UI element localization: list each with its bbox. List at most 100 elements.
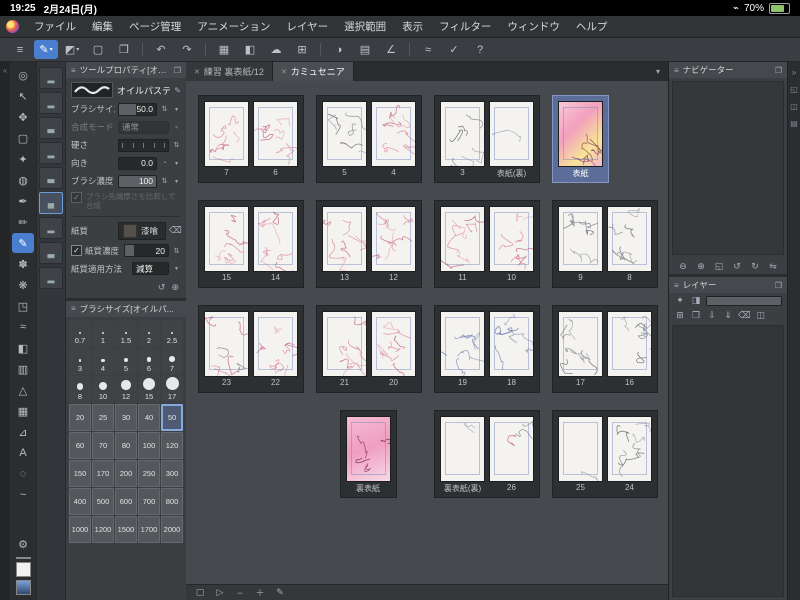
brush-size-cell[interactable]: 2000 — [161, 515, 183, 543]
effect-icon[interactable]: ✦ — [674, 295, 686, 306]
operation-tool-icon[interactable]: ↖ — [12, 86, 34, 106]
auto-select-tool-icon[interactable]: ✦ — [12, 149, 34, 169]
menu-item[interactable]: ウィンドウ — [499, 17, 568, 36]
new-folder-icon[interactable]: ❐ — [690, 310, 702, 321]
brush-size-cell[interactable]: 1500 — [115, 515, 137, 543]
spread-card[interactable]: 25 24 — [552, 410, 658, 498]
brush-size-cell[interactable]: 1700 — [138, 515, 160, 543]
direction-dial-icon[interactable]: ◔ — [160, 160, 169, 167]
page-thumbnail[interactable] — [441, 102, 484, 166]
figure-tool-icon[interactable]: △ — [12, 380, 34, 400]
register-settings-icon[interactable]: ⊕ — [171, 282, 179, 293]
panel-menu-icon[interactable]: ≡ — [71, 66, 76, 75]
page-thumbnail[interactable] — [346, 417, 390, 481]
sub-color-swatch[interactable] — [15, 562, 31, 577]
stepper-icon[interactable]: ⇅ — [172, 141, 181, 149]
pencil-tool-icon[interactable]: ✏ — [12, 212, 34, 232]
gradient-tool-icon[interactable]: ▥ — [12, 359, 34, 379]
cloud-icon[interactable]: ☁ — [264, 40, 288, 59]
texture-density-slider[interactable]: 20 — [124, 244, 169, 258]
page-thumbnail[interactable] — [323, 102, 366, 166]
document-tab[interactable]: ✕ カミュセニア — [272, 62, 354, 81]
correction-icon[interactable]: ✓ — [442, 40, 466, 59]
layer-panel-icon[interactable]: ◫ — [788, 102, 800, 111]
brush-size-cell[interactable]: 6 — [138, 347, 160, 375]
flip-icon[interactable]: ⇋ — [767, 261, 779, 272]
page-thumbnail[interactable] — [372, 312, 415, 376]
brush-size-cell[interactable]: 200 — [115, 459, 137, 487]
text-tool-icon[interactable]: A — [12, 443, 34, 463]
texture-density-checkbox[interactable]: ✓ — [71, 245, 82, 257]
subtool-tile[interactable]: ▃ — [39, 242, 63, 264]
subtool-tile[interactable]: ▂ — [39, 142, 63, 164]
page-thumbnail[interactable] — [608, 312, 651, 376]
blend-mode-icon[interactable]: ◨ — [690, 295, 702, 306]
close-icon[interactable]: ✕ — [194, 68, 200, 76]
stepper-icon[interactable]: ⇅ — [160, 105, 169, 113]
page-thumbnail[interactable] — [254, 207, 297, 271]
correct-line-tool-icon[interactable]: ~ — [12, 485, 34, 505]
fill-tool-icon[interactable]: ◧ — [12, 338, 34, 358]
spread-card[interactable]: 76 — [198, 95, 304, 183]
brush-size-cell[interactable]: 2 — [138, 319, 160, 347]
reset-settings-icon[interactable]: ↺ — [158, 282, 166, 293]
brush-size-cell[interactable]: 300 — [161, 459, 183, 487]
direction-slider[interactable]: 0.0 — [118, 156, 157, 170]
page-thumbnail[interactable] — [490, 102, 533, 166]
document-tab[interactable]: ✕ 練習 裏表紙/12 — [186, 62, 273, 81]
delete-layer-icon[interactable]: ⌫ — [738, 310, 751, 321]
brush-size-cell[interactable]: 2.5 — [161, 319, 183, 347]
brush-size-cell[interactable]: 60 — [69, 431, 91, 459]
collapse-panels-icon[interactable]: » — [788, 68, 800, 77]
page-thumbnail[interactable] — [490, 207, 533, 271]
brush-size-cell[interactable]: 17 — [161, 375, 183, 403]
subtool-tile[interactable]: ▄ — [39, 192, 63, 214]
brush-size-cell[interactable]: 5 — [115, 347, 137, 375]
canvas-view-icon[interactable]: ▢ — [194, 587, 206, 598]
brush-size-cell[interactable]: 70 — [92, 431, 114, 459]
zoom-in-icon[interactable]: ⊕ — [695, 261, 707, 272]
subtool-tile[interactable]: ▂ — [39, 217, 63, 239]
page-thumbnail[interactable] — [559, 417, 602, 481]
brush-size-cell[interactable]: 12 — [115, 375, 137, 403]
blend-tool-icon[interactable]: ≈ — [12, 317, 34, 337]
brush-size-cell[interactable]: 50 — [161, 403, 183, 431]
page-thumbnail[interactable] — [490, 312, 533, 376]
subtool-tile[interactable]: ▂ — [39, 67, 63, 89]
zoom-out-icon[interactable]: − — [234, 588, 246, 598]
menu-item[interactable]: レイヤー — [278, 17, 336, 36]
frame-tool-icon[interactable]: ▦ — [12, 401, 34, 421]
menu-item[interactable]: 表示 — [394, 17, 431, 36]
spread-card[interactable]: 13 12 — [316, 200, 422, 288]
brush-size-cell[interactable]: 500 — [92, 487, 114, 515]
open-file-icon[interactable]: ❐ — [112, 40, 136, 59]
brush-size-cell[interactable]: 100 — [138, 431, 160, 459]
subtool-tile[interactable]: ▃ — [39, 117, 63, 139]
spread-card[interactable]: 19 18 — [434, 305, 540, 393]
help-icon[interactable]: ? — [468, 40, 492, 59]
edit-mode-icon[interactable]: ✎ — [274, 587, 286, 598]
rotate-left-icon[interactable]: ↺ — [731, 261, 743, 272]
app-logo-icon[interactable] — [6, 20, 19, 33]
settings-gear-icon[interactable]: ⚙ — [12, 534, 34, 554]
navigator-preview[interactable] — [672, 81, 784, 255]
menu-item[interactable]: ヘルプ — [568, 17, 616, 36]
page-thumbnail[interactable] — [608, 417, 651, 481]
selection-launcher-icon[interactable]: ▢ — [86, 40, 110, 59]
menu-item[interactable]: 選択範囲 — [336, 17, 394, 36]
decoration-tool-icon[interactable]: ❋ — [12, 275, 34, 295]
tip-blend-checkbox[interactable]: ✓ — [71, 192, 82, 203]
brush-size-cell[interactable]: 4 — [92, 347, 114, 375]
page-thumbnail[interactable] — [254, 312, 297, 376]
brush-size-cell[interactable]: 3 — [69, 347, 91, 375]
eraser-tool-icon[interactable]: ◳ — [12, 296, 34, 316]
brush-size-cell[interactable]: 25 — [92, 403, 114, 431]
brush-size-cell[interactable]: 1.5 — [115, 319, 137, 347]
page-thumbnail[interactable] — [559, 312, 602, 376]
page-thumbnail[interactable] — [441, 417, 484, 481]
brush-size-cell[interactable]: 1200 — [92, 515, 114, 543]
menu-item[interactable]: ファイル — [26, 17, 84, 36]
page-thumbnail[interactable] — [441, 207, 484, 271]
color-history-swatch[interactable] — [15, 580, 31, 595]
page-thumbnail[interactable] — [372, 207, 415, 271]
